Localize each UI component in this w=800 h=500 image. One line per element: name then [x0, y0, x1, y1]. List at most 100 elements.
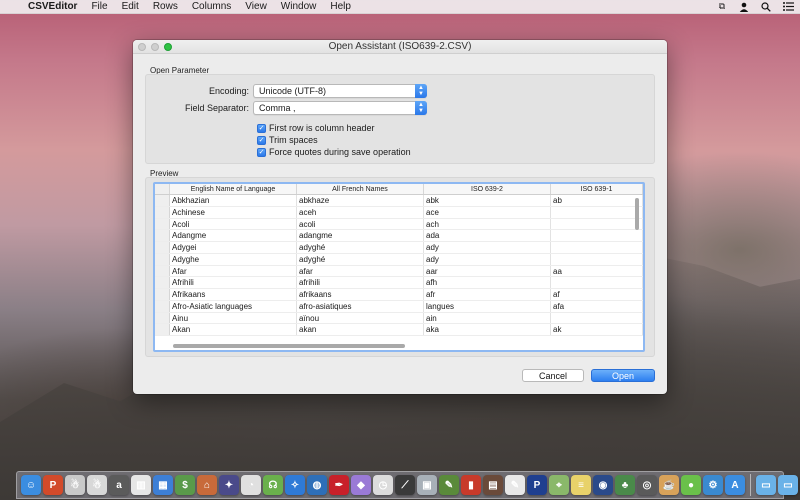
table-cell[interactable]: ach	[424, 218, 551, 230]
menu-rows[interactable]: Rows	[153, 1, 178, 12]
encoding-popup[interactable]: Unicode (UTF-8) ▲ ▼	[253, 84, 427, 98]
table-cell[interactable]: Achinese	[170, 206, 297, 218]
table-cell[interactable]: afro-asiatiques	[297, 300, 424, 312]
table-cell[interactable]	[551, 206, 643, 218]
barcode-app-icon[interactable]: ▥	[131, 475, 151, 495]
table-row[interactable]: Abkhazian abkhaze abk ab	[155, 195, 643, 207]
table-cell[interactable]: acoli	[297, 218, 424, 230]
row-header[interactable]	[155, 218, 170, 230]
column-header[interactable]: ISO 639-2	[424, 184, 551, 194]
table-row[interactable]: Achinese aceh ace	[155, 206, 643, 219]
column-header[interactable]: All French Names	[297, 184, 424, 194]
table-cell[interactable]: Adygei	[170, 242, 297, 253]
gem-app-icon[interactable]: ◆	[351, 475, 371, 495]
table-row[interactable]: Adyghe adyghé ady	[155, 253, 643, 266]
menu-file[interactable]: File	[91, 1, 107, 12]
table-cell[interactable]: Ainu	[170, 312, 297, 324]
menu-edit[interactable]: Edit	[122, 1, 139, 12]
checkbox-checked-icon[interactable]: ✓	[257, 135, 266, 145]
pdf-app-icon[interactable]: P	[43, 475, 63, 495]
clock-app-icon[interactable]: ◷	[373, 475, 393, 495]
table-cell[interactable]: af	[551, 289, 643, 300]
table-cell[interactable]	[551, 253, 643, 265]
slime-app-icon[interactable]: ●	[681, 475, 701, 495]
force-quotes-option[interactable]: ✓ Force quotes during save operation	[257, 147, 411, 157]
table-cell[interactable]	[551, 218, 643, 230]
checkbox-checked-icon[interactable]: ✓	[257, 123, 266, 133]
row-header[interactable]	[155, 289, 170, 300]
table-cell[interactable]: Adyghe	[170, 253, 297, 265]
paypal-app-icon[interactable]: P	[527, 475, 547, 495]
system-pref-icon[interactable]: ⚙	[703, 475, 723, 495]
preview-table[interactable]: English Name of Language All French Name…	[153, 182, 645, 352]
table-cell[interactable]: adangme	[297, 230, 424, 241]
table-cell[interactable]: ace	[424, 206, 551, 218]
pages-app-icon[interactable]: ✎	[505, 475, 525, 495]
table-cell[interactable]: aka	[424, 324, 551, 335]
notification-center-icon[interactable]	[782, 2, 794, 12]
robot-app-icon[interactable]: ☃	[65, 475, 85, 495]
disk-app-icon[interactable]: ◉	[593, 475, 613, 495]
palette-app-icon[interactable]: ✎	[439, 475, 459, 495]
row-header[interactable]	[155, 253, 170, 265]
user-icon[interactable]	[738, 2, 750, 12]
row-header[interactable]	[155, 277, 170, 288]
table-cell[interactable]: afrihili	[297, 277, 424, 288]
table-cell[interactable]: ain	[424, 312, 551, 324]
first-row-header-option[interactable]: ✓ First row is column header	[257, 123, 375, 133]
table-cell[interactable]: aa	[551, 265, 643, 277]
downloads-icon[interactable]: ▭	[778, 475, 798, 495]
checkbox-checked-icon[interactable]: ✓	[257, 147, 266, 157]
row-header[interactable]	[155, 324, 170, 335]
folder-icon[interactable]: ▭	[756, 475, 776, 495]
trim-spaces-option[interactable]: ✓ Trim spaces	[257, 135, 318, 145]
table-cell[interactable]: ada	[424, 230, 551, 241]
table-row[interactable]: Afrikaans afrikaans afr af	[155, 289, 643, 301]
table-cell[interactable]	[551, 230, 643, 241]
table-cell[interactable]: abk	[424, 195, 551, 206]
table-cell[interactable]: akan	[297, 324, 424, 335]
globe-app-icon[interactable]: ◍	[307, 475, 327, 495]
table-cell[interactable]	[551, 277, 643, 288]
table-cell[interactable]: Afrihili	[170, 277, 297, 288]
cash-app-icon[interactable]: $	[175, 475, 195, 495]
table-row[interactable]: Acoli acoli ach	[155, 218, 643, 231]
quill-app-icon[interactable]: ✒	[329, 475, 349, 495]
table-cell[interactable]: adyghé	[297, 253, 424, 265]
row-header[interactable]	[155, 195, 170, 206]
window-titlebar[interactable]: Open Assistant (ISO639-2.CSV)	[133, 40, 667, 54]
map-app-icon[interactable]: ⌖	[549, 475, 569, 495]
table-row[interactable]: Ainu aïnou ain	[155, 312, 643, 325]
ufo-app-icon[interactable]: ☊	[263, 475, 283, 495]
table-cell[interactable]: ab	[551, 195, 643, 206]
table-cell[interactable]: afar	[297, 265, 424, 277]
row-header[interactable]	[155, 300, 170, 312]
menu-columns[interactable]: Columns	[192, 1, 231, 12]
cancel-button[interactable]: Cancel	[522, 369, 584, 382]
eyeball-app-icon[interactable]: ◎	[637, 475, 657, 495]
table-cell[interactable]: adyghé	[297, 242, 424, 253]
telescope-app-icon[interactable]: ⟋	[395, 475, 415, 495]
table-cell[interactable]: aceh	[297, 206, 424, 218]
table-cell[interactable]: Abkhazian	[170, 195, 297, 206]
separator-popup[interactable]: Comma , ▲ ▼	[253, 101, 427, 115]
column-header[interactable]: ISO 639-1	[551, 184, 643, 194]
cup-app-icon[interactable]: ☕	[659, 475, 679, 495]
table-row[interactable]: Akan akan aka ak	[155, 324, 643, 336]
table-cell[interactable]: aar	[424, 265, 551, 277]
table-row[interactable]: Afrihili afrihili afh	[155, 277, 643, 289]
table-cell[interactable]: Afro-Asiatic languages	[170, 300, 297, 312]
table-row[interactable]: Afro-Asiatic languages afro-asiatiques lan…	[155, 300, 643, 313]
menu-help[interactable]: Help	[330, 1, 351, 12]
safari-app-icon[interactable]: ✧	[285, 475, 305, 495]
table-cell[interactable]: afh	[424, 277, 551, 288]
menu-view[interactable]: View	[245, 1, 267, 12]
app-menu[interactable]: CSVEditor	[28, 1, 77, 12]
table-cell[interactable]: afa	[551, 300, 643, 312]
table-cell[interactable]: aïnou	[297, 312, 424, 324]
table-row[interactable]: Afar afar aar aa	[155, 265, 643, 278]
table-cell[interactable]: langues	[424, 300, 551, 312]
vertical-scrollbar[interactable]	[635, 198, 639, 230]
horizontal-scrollbar[interactable]	[173, 344, 405, 348]
table-cell[interactable]: ady	[424, 242, 551, 253]
